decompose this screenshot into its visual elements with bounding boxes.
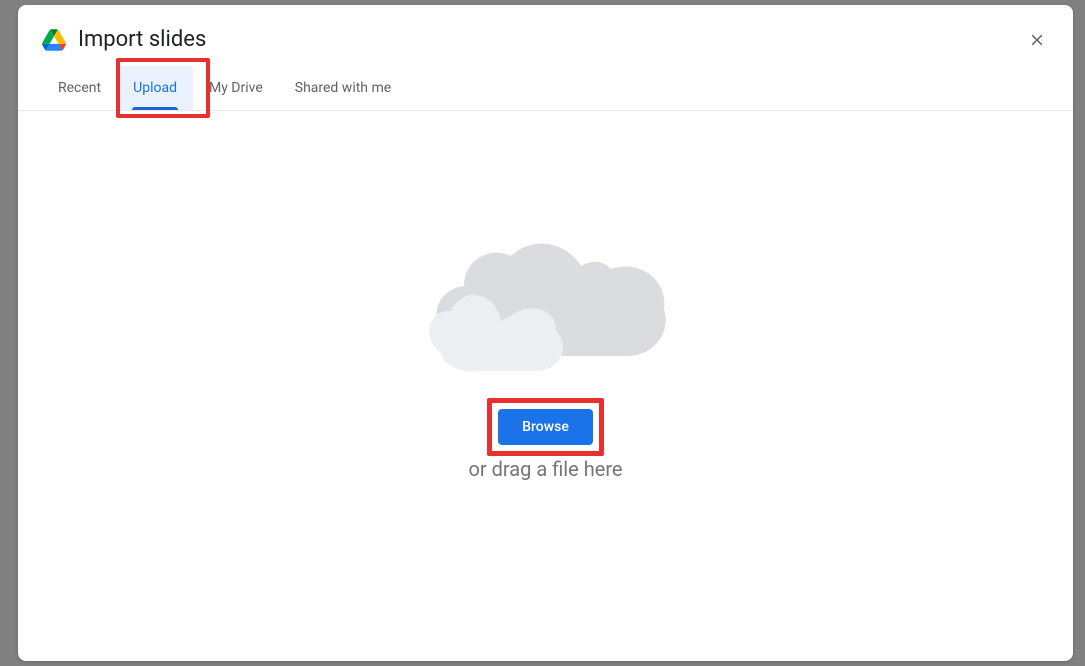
google-drive-icon — [42, 29, 66, 51]
tab-recent[interactable]: Recent — [42, 66, 117, 110]
upload-content-area: Browse or drag a file here — [18, 111, 1073, 661]
tabs-row: Recent Upload My Drive Shared with me — [18, 66, 1073, 111]
import-slides-dialog: Import slides Recent Upload My Drive Sha… — [18, 5, 1073, 661]
tab-shared-with-me[interactable]: Shared with me — [279, 66, 407, 110]
close-icon — [1028, 31, 1046, 49]
tab-my-drive[interactable]: My Drive — [193, 66, 279, 110]
dialog-header: Import slides — [18, 5, 1073, 66]
dialog-title-group: Import slides — [42, 27, 206, 52]
cloud-upload-icon — [416, 231, 676, 381]
drag-instruction-text: or drag a file here — [468, 457, 622, 481]
browse-button[interactable]: Browse — [498, 409, 593, 445]
dialog-title: Import slides — [78, 27, 206, 52]
close-button[interactable] — [1025, 28, 1049, 52]
tab-upload[interactable]: Upload — [117, 66, 193, 110]
browse-button-wrap: Browse — [498, 409, 593, 445]
